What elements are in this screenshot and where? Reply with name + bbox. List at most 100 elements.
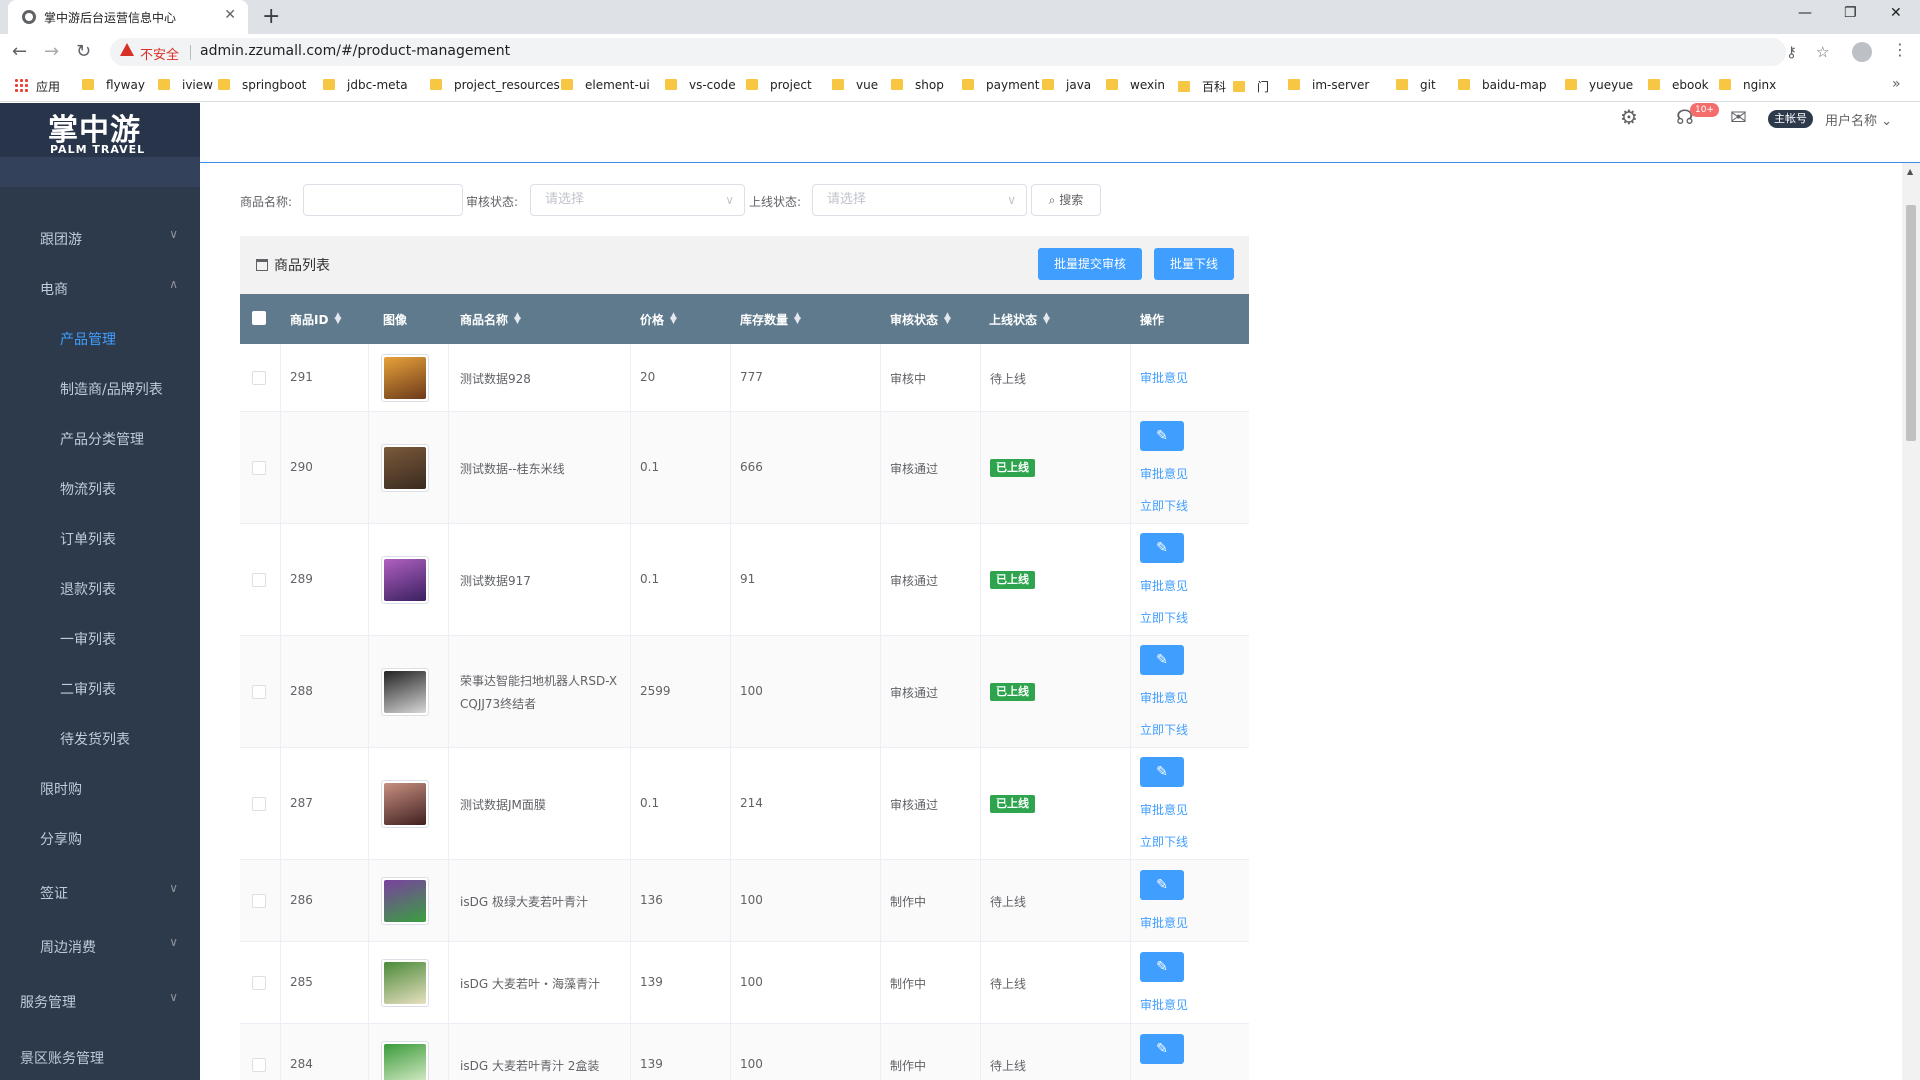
bookmark-item[interactable]: flyway: [82, 78, 145, 92]
settings-icon[interactable]: ⚙: [1620, 105, 1638, 129]
column-header[interactable]: 商品名称 ▲ ▼: [460, 311, 521, 328]
take-offline-link[interactable]: 立即下线: [1140, 833, 1188, 850]
sidebar-item[interactable]: 物流列表: [0, 463, 200, 513]
bookmark-item[interactable]: yueyue: [1565, 78, 1633, 92]
approval-opinion-link[interactable]: 审批意见: [1140, 369, 1188, 386]
bookmark-item[interactable]: 门: [1233, 78, 1269, 95]
row-checkbox[interactable]: [252, 573, 266, 587]
sidebar-item[interactable]: 产品管理: [0, 313, 200, 363]
product-name-input[interactable]: [303, 184, 463, 216]
column-header[interactable]: 库存数量 ▲ ▼: [740, 311, 801, 328]
bookmark-item[interactable]: ebook: [1648, 78, 1709, 92]
sort-icon[interactable]: ▲ ▼: [944, 312, 951, 326]
bookmark-item[interactable]: project: [746, 78, 812, 92]
bookmark-item[interactable]: payment: [962, 78, 1039, 92]
scroll-up-icon[interactable]: ▲: [1907, 167, 1913, 176]
search-button[interactable]: ⌕ 搜索: [1031, 184, 1101, 216]
edit-button[interactable]: ✎: [1140, 421, 1184, 451]
more-menu-icon[interactable]: ⋮: [1892, 40, 1908, 59]
sidebar-item[interactable]: 周边消费 ∨: [0, 921, 200, 971]
edit-button[interactable]: ✎: [1140, 1034, 1184, 1064]
profile-avatar-icon[interactable]: [1852, 42, 1872, 62]
sidebar-item[interactable]: 二审列表: [0, 663, 200, 713]
sidebar-item[interactable]: 退款列表: [0, 563, 200, 613]
reload-icon[interactable]: ↻: [76, 41, 91, 62]
edit-button[interactable]: ✎: [1140, 952, 1184, 982]
bookmark-item[interactable]: wexin: [1106, 78, 1165, 92]
mail-icon[interactable]: ✉: [1730, 105, 1747, 129]
more-bookmarks-icon[interactable]: »: [1892, 76, 1901, 92]
sidebar-item[interactable]: 服务管理 ∨: [0, 976, 200, 1026]
sidebar-item[interactable]: 产品分类管理: [0, 413, 200, 463]
bookmark-item[interactable]: element-ui: [561, 78, 650, 92]
column-header[interactable]: 上线状态 ▲ ▼: [989, 311, 1050, 328]
approval-opinion-link[interactable]: 审批意见: [1140, 996, 1188, 1013]
row-checkbox[interactable]: [252, 797, 266, 811]
bookmark-item[interactable]: baidu-map: [1458, 78, 1547, 92]
browser-tab[interactable]: 掌中游后台运营信息中心 ✕: [8, 0, 248, 34]
sidebar-item[interactable]: 限时购: [0, 763, 200, 813]
row-checkbox[interactable]: [252, 976, 266, 990]
sort-icon[interactable]: ▲ ▼: [514, 312, 521, 326]
take-offline-link[interactable]: 立即下线: [1140, 721, 1188, 738]
sidebar-item[interactable]: 景区账务管理: [0, 1032, 200, 1080]
url-field[interactable]: 不安全 admin.zzumall.com/#/product-manageme…: [110, 38, 1829, 66]
row-checkbox[interactable]: [252, 1058, 266, 1072]
edit-button[interactable]: ✎: [1140, 533, 1184, 563]
bookmark-item[interactable]: nginx: [1719, 78, 1776, 92]
sidebar-item[interactable]: 制造商/品牌列表: [0, 363, 200, 413]
sidebar-item[interactable]: 跟团游 ∨: [0, 213, 200, 263]
audit-status-select[interactable]: 请选择 ∨: [530, 184, 745, 216]
online-status-select[interactable]: 请选择 ∨: [812, 184, 1027, 216]
sidebar-item[interactable]: 分享购: [0, 813, 200, 863]
row-checkbox[interactable]: [252, 461, 266, 475]
bookmark-item[interactable]: 百科: [1178, 78, 1226, 95]
forward-icon[interactable]: →: [44, 41, 59, 62]
page-scrollbar[interactable]: ▲: [1902, 163, 1920, 1080]
edit-button[interactable]: ✎: [1140, 870, 1184, 900]
bookmark-item[interactable]: im-server: [1288, 78, 1369, 92]
close-tab-icon[interactable]: ✕: [224, 7, 236, 23]
take-offline-link[interactable]: 立即下线: [1140, 609, 1188, 626]
close-window-icon[interactable]: ✕: [1890, 5, 1902, 21]
bookmark-item[interactable]: shop: [891, 78, 944, 92]
back-icon[interactable]: ←: [12, 41, 27, 62]
approval-opinion-link[interactable]: 审批意见: [1140, 465, 1188, 482]
column-header[interactable]: 审核状态 ▲ ▼: [890, 311, 951, 328]
bookmark-item[interactable]: java: [1042, 78, 1091, 92]
batch-submit-button[interactable]: 批量提交审核: [1038, 248, 1142, 280]
bookmark-item[interactable]: iview: [158, 78, 213, 92]
approval-opinion-link[interactable]: 审批意见: [1140, 689, 1188, 706]
apps-icon[interactable]: [14, 78, 28, 92]
scrollbar-thumb[interactable]: [1906, 205, 1916, 441]
bookmark-apps[interactable]: 应用: [36, 78, 60, 95]
key-icon[interactable]: ⚷: [1786, 43, 1797, 61]
star-icon[interactable]: ☆: [1816, 43, 1829, 61]
sidebar-item[interactable]: 订单列表: [0, 513, 200, 563]
row-checkbox[interactable]: [252, 371, 266, 385]
column-header[interactable]: 价格 ▲ ▼: [640, 311, 677, 328]
approval-opinion-link[interactable]: 审批意见: [1140, 801, 1188, 818]
row-checkbox[interactable]: [252, 685, 266, 699]
bookmark-item[interactable]: git: [1396, 78, 1436, 92]
sidebar-item[interactable]: 一审列表: [0, 613, 200, 663]
sidebar-item[interactable]: 签证 ∨: [0, 867, 200, 917]
approval-opinion-link[interactable]: 审批意见: [1140, 577, 1188, 594]
take-offline-link[interactable]: 立即下线: [1140, 497, 1188, 514]
edit-button[interactable]: ✎: [1140, 757, 1184, 787]
new-tab-icon[interactable]: +: [262, 4, 280, 29]
sidebar-item[interactable]: 电商 ∧: [0, 263, 200, 313]
edit-button[interactable]: ✎: [1140, 645, 1184, 675]
user-menu[interactable]: 用户名称 ⌄: [1825, 110, 1892, 129]
sidebar-item[interactable]: 待发货列表: [0, 713, 200, 763]
bookmark-item[interactable]: vue: [832, 78, 878, 92]
bookmark-item[interactable]: jdbc-meta: [323, 78, 408, 92]
bookmark-item[interactable]: vs-code: [665, 78, 736, 92]
row-checkbox[interactable]: [252, 894, 266, 908]
sort-icon[interactable]: ▲ ▼: [794, 312, 801, 326]
sort-icon[interactable]: ▲ ▼: [670, 312, 677, 326]
approval-opinion-link[interactable]: 审批意见: [1140, 914, 1188, 931]
bookmark-item[interactable]: project_resources: [430, 78, 560, 92]
sort-icon[interactable]: ▲ ▼: [334, 312, 341, 326]
batch-offline-button[interactable]: 批量下线: [1154, 248, 1234, 280]
